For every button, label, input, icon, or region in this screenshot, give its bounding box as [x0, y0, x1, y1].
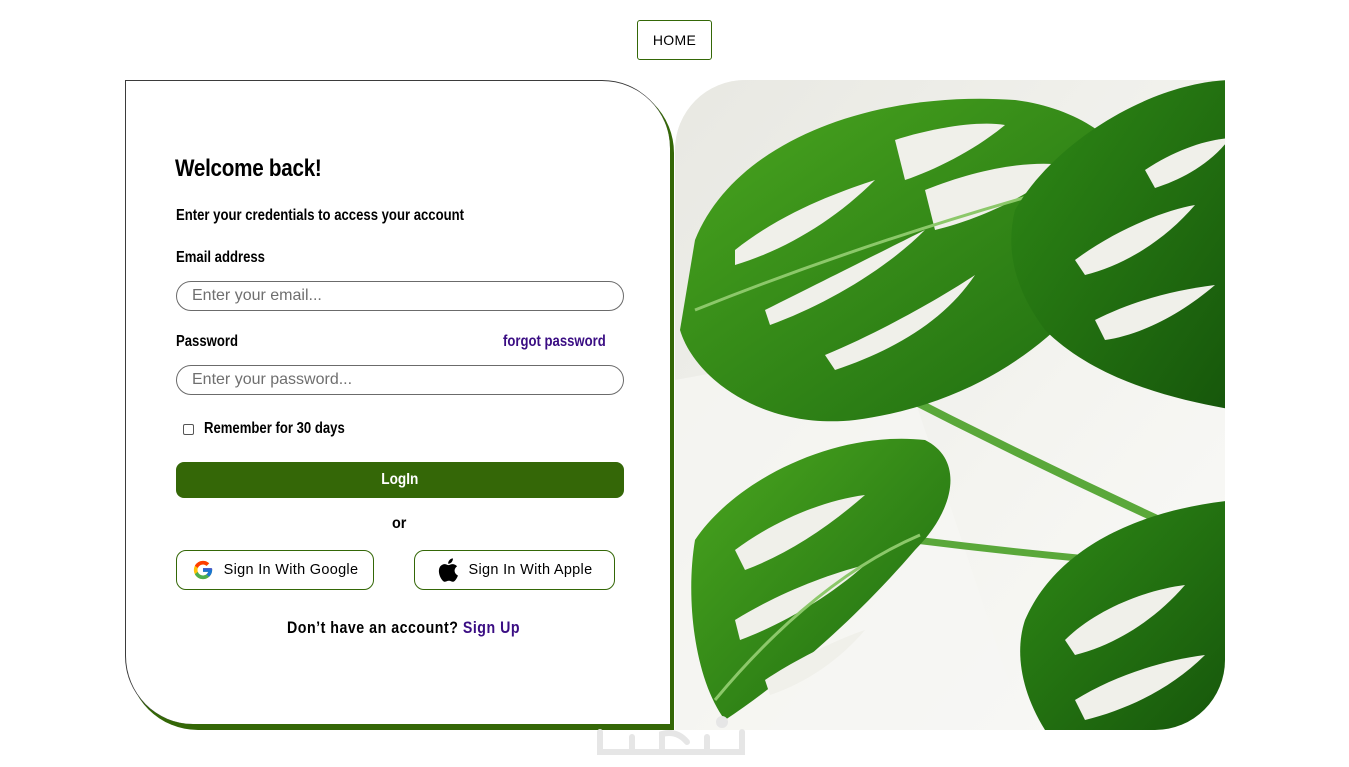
watermark-logo — [592, 712, 762, 767]
password-label: Password — [176, 333, 238, 350]
apple-logo-icon — [437, 558, 459, 582]
home-button-label: HOME — [652, 32, 697, 48]
email-input[interactable] — [176, 281, 624, 311]
remember-label: Remember for 30 days — [204, 420, 345, 437]
signup-link[interactable]: Sign Up — [463, 619, 520, 637]
signup-row: Don’t have an account? Sign Up — [287, 619, 520, 638]
google-button-label: Sign In With Google — [223, 562, 359, 578]
apple-button-label: Sign In With Apple — [468, 562, 593, 578]
monstera-leaves-illustration — [675, 80, 1225, 730]
page-title: Welcome back! — [175, 155, 322, 182]
google-g-icon — [192, 559, 214, 581]
signup-prompt: Don’t have an account? — [287, 619, 459, 637]
forgot-password-link[interactable]: forgot password — [503, 333, 606, 351]
google-signin-button[interactable]: Sign In With Google — [176, 550, 374, 590]
or-divider: or — [392, 515, 407, 532]
login-button[interactable]: LogIn — [176, 462, 624, 498]
hero-image — [675, 80, 1225, 730]
remember-me: Remember for 30 days — [183, 420, 376, 438]
login-page: HOME Welcome back! Enter your credential… — [0, 0, 1349, 767]
remember-checkbox[interactable] — [183, 423, 194, 435]
password-input[interactable] — [176, 365, 624, 395]
login-button-label: LogIn — [381, 471, 419, 488]
apple-signin-button[interactable]: Sign In With Apple — [414, 550, 615, 590]
email-label: Email address — [176, 249, 265, 266]
home-button[interactable]: HOME — [637, 20, 712, 60]
watermark-graphic — [597, 716, 745, 755]
page-subtitle: Enter your credentials to access your ac… — [176, 207, 465, 224]
